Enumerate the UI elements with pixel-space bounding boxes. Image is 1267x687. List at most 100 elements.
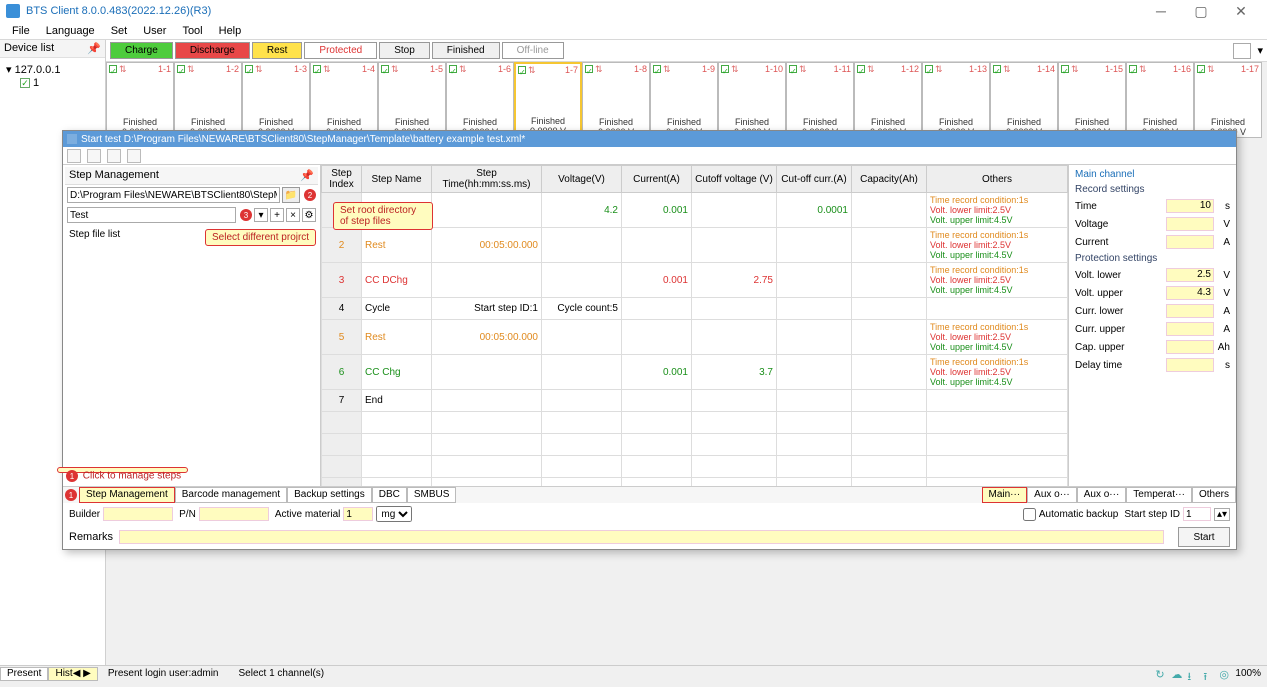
legend-discharge[interactable]: Discharge [175, 42, 250, 59]
channel-check-icon[interactable] [449, 65, 457, 73]
legend-charge[interactable]: Charge [110, 42, 173, 59]
tab-backup[interactable]: Backup settings [287, 487, 372, 503]
hist-nav-icon[interactable]: ◀ ▶ [73, 668, 91, 679]
minimize-button[interactable]: ─ [1141, 0, 1181, 22]
mc-row-value[interactable] [1166, 304, 1214, 318]
channel-check-icon[interactable] [653, 65, 661, 73]
tab-dbc[interactable]: DBC [372, 487, 407, 503]
menu-tool[interactable]: Tool [174, 25, 210, 37]
project-dropdown-icon[interactable]: ▾ [254, 208, 268, 222]
pin-icon[interactable]: 📌 [300, 169, 314, 182]
project-settings-icon[interactable]: ⚙ [302, 208, 316, 222]
channel-check-icon[interactable] [245, 65, 253, 73]
close-button[interactable]: ✕ [1221, 0, 1261, 22]
sb-target-icon[interactable]: ◎ [1219, 668, 1231, 680]
tab-smbus[interactable]: SMBUS [407, 487, 457, 503]
channel-check-icon[interactable] [857, 65, 865, 73]
mc-row-value[interactable] [1166, 322, 1214, 336]
active-material-unit[interactable]: mg [376, 506, 412, 522]
mc-row-value[interactable]: 4.3 [1166, 286, 1214, 300]
mc-row-value[interactable] [1166, 235, 1214, 249]
channel-check-icon[interactable] [1197, 65, 1205, 73]
channel-cell[interactable]: ⇅1-9Finished0.0000 V [650, 62, 718, 138]
legend-rest[interactable]: Rest [252, 42, 303, 59]
project-input[interactable] [67, 207, 236, 223]
channel-check-icon[interactable] [925, 65, 933, 73]
stepper-icon[interactable]: ▴▾ [1214, 508, 1230, 521]
channel-cell[interactable]: ⇅1-14Finished0.0000 V [990, 62, 1058, 138]
tb-save-icon[interactable] [107, 149, 121, 163]
sb-sync-icon[interactable]: ↻ [1155, 668, 1167, 680]
mc-row-value[interactable] [1166, 340, 1214, 354]
tree-channel[interactable]: ✓1 [6, 77, 99, 89]
layout-chevron-icon[interactable]: ▾ [1257, 44, 1263, 57]
sb-download-icon[interactable]: ⭳ [1187, 668, 1199, 680]
step-row[interactable]: 2Rest00:05:00.000Time record condition:1… [322, 228, 1068, 263]
channel-cell[interactable]: ⇅1-13Finished0.0000 V [922, 62, 990, 138]
menu-set[interactable]: Set [103, 25, 136, 37]
mc-row-value[interactable]: 10 [1166, 199, 1214, 213]
step-row[interactable]: 6CC Chg0.0013.7Time record condition:1sV… [322, 355, 1068, 390]
channel-check-icon[interactable] [1129, 65, 1137, 73]
channel-check-icon[interactable] [381, 65, 389, 73]
maximize-button[interactable]: ▢ [1181, 0, 1221, 22]
step-row-empty[interactable] [322, 456, 1068, 478]
channel-cell[interactable]: ⇅1-5Finished0.0000 V [378, 62, 446, 138]
pin-icon[interactable]: 📌 [87, 42, 101, 55]
step-row[interactable]: 4CycleStart step ID:1Cycle count:5 [322, 298, 1068, 320]
legend-protected[interactable]: Protected [304, 42, 377, 59]
channel-cell[interactable]: ⇅1-11Finished0.0000 V [786, 62, 854, 138]
tree-root[interactable]: ▾ 127.0.0.1 [6, 62, 99, 77]
step-row[interactable]: 5Rest00:05:00.000Time record condition:1… [322, 320, 1068, 355]
menu-user[interactable]: User [135, 25, 174, 37]
active-material-input[interactable] [343, 507, 373, 521]
tab-step-management[interactable]: Step Management [79, 487, 175, 503]
menu-language[interactable]: Language [38, 25, 103, 37]
channel-check-icon[interactable] [177, 65, 185, 73]
tab-aux1[interactable]: Aux o··· [1027, 487, 1077, 503]
channel-cell[interactable]: ⇅1-8Finished0.0000 V [582, 62, 650, 138]
grid-header[interactable]: Voltage(V) [542, 166, 622, 193]
remarks-input[interactable] [119, 530, 1164, 544]
grid-header[interactable]: Step Time(hh:mm:ss.ms) [432, 166, 542, 193]
tab-aux2[interactable]: Aux o··· [1077, 487, 1127, 503]
sb-upload-icon[interactable]: ⭱ [1203, 668, 1215, 680]
channel-cell[interactable]: ⇅1-16Finished0.0000 V [1126, 62, 1194, 138]
grid-header[interactable]: Cut-off curr.(A) [777, 166, 852, 193]
menu-file[interactable]: File [4, 25, 38, 37]
channel-cell[interactable]: ⇅1-17Finished0.0000 V [1194, 62, 1262, 138]
steps-grid[interactable]: Step IndexStep NameStep Time(hh:mm:ss.ms… [321, 165, 1068, 486]
tab-hist[interactable]: Hist ◀ ▶ [48, 667, 97, 681]
tab-present[interactable]: Present [0, 667, 48, 681]
channel-check-icon[interactable] [585, 65, 593, 73]
tab-others[interactable]: Others [1192, 487, 1236, 503]
step-row-empty[interactable] [322, 478, 1068, 487]
tab-temperature[interactable]: Temperat··· [1126, 487, 1192, 503]
pn-input[interactable] [199, 507, 269, 521]
legend-stop[interactable]: Stop [379, 42, 430, 59]
auto-backup-checkbox[interactable] [1023, 508, 1036, 521]
channel-check-icon[interactable] [313, 65, 321, 73]
start-step-id-input[interactable] [1183, 507, 1211, 521]
menu-help[interactable]: Help [211, 25, 250, 37]
step-row[interactable]: 1CC Chg4.20.0010.0001Time record conditi… [322, 193, 1068, 228]
legend-finished[interactable]: Finished [432, 42, 500, 59]
tab-barcode[interactable]: Barcode management [175, 487, 287, 503]
mc-row-value[interactable] [1166, 358, 1214, 372]
sb-cloud-icon[interactable]: ☁ [1171, 668, 1183, 680]
grid-header[interactable]: Step Name [362, 166, 432, 193]
legend-offline[interactable]: Off-line [502, 42, 564, 59]
channel-cell[interactable]: ⇅1-4Finished0.0000 V [310, 62, 378, 138]
project-add-icon[interactable]: + [270, 208, 284, 222]
step-row-empty[interactable] [322, 412, 1068, 434]
step-row[interactable]: 3CC DChg0.0012.75Time record condition:1… [322, 263, 1068, 298]
channel-cell[interactable]: ⇅1-15Finished0.0000 V [1058, 62, 1126, 138]
dialog-title-bar[interactable]: Start test D:\Program Files\NEWARE\BTSCl… [63, 131, 1236, 147]
channel-check-icon[interactable] [518, 66, 526, 74]
grid-header[interactable]: Cutoff voltage (V) [692, 166, 777, 193]
channel-check-icon[interactable] [109, 65, 117, 73]
channel-check-icon[interactable] [721, 65, 729, 73]
grid-header[interactable]: Capacity(Ah) [852, 166, 927, 193]
mc-row-value[interactable]: 2.5 [1166, 268, 1214, 282]
grid-header[interactable]: Step Index [322, 166, 362, 193]
